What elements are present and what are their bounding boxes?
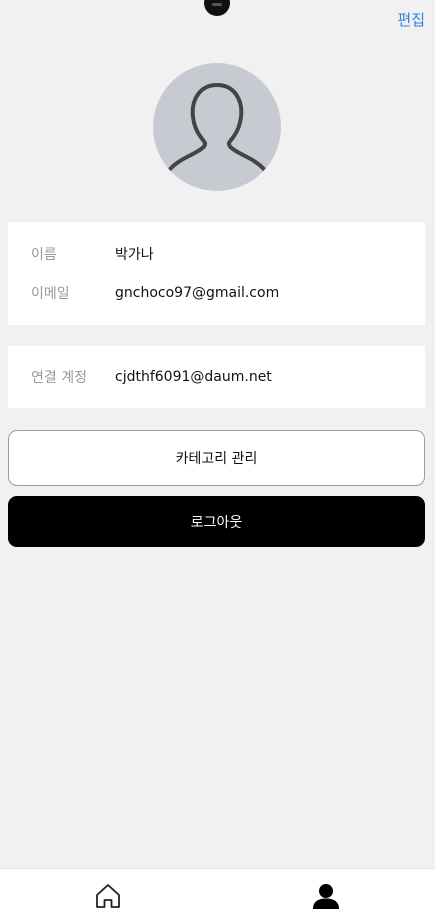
profile-info-card: 이름 박가나 이메일 gnchoco97@gmail.com — [8, 222, 425, 325]
email-row: 이메일 gnchoco97@gmail.com — [8, 281, 425, 305]
linked-account-card: 연결 계정 cjdthf6091@daum.net — [8, 346, 425, 408]
email-value: gnchoco97@gmail.com — [115, 285, 280, 301]
linked-account-row: 연결 계정 cjdthf6091@daum.net — [8, 365, 425, 389]
person-icon — [313, 884, 339, 909]
name-row: 이름 박가나 — [8, 242, 425, 266]
default-user-avatar-icon — [165, 83, 269, 175]
camera-cutout — [204, 0, 230, 16]
edit-button[interactable]: 편집 — [397, 9, 425, 30]
email-label: 이메일 — [31, 286, 70, 302]
category-manage-button[interactable]: 카테고리 관리 — [8, 430, 425, 486]
name-label: 이름 — [31, 247, 57, 263]
nav-profile[interactable] — [311, 881, 341, 911]
logout-button[interactable]: 로그아웃 — [8, 496, 425, 547]
linked-account-label: 연결 계정 — [31, 370, 87, 386]
name-value: 박가나 — [115, 247, 154, 263]
nav-home[interactable] — [93, 881, 123, 911]
bottom-navigation — [0, 868, 435, 920]
avatar — [153, 63, 281, 191]
profile-screen: 편집 이름 박가나 이메일 gnchoco97@gmail.com 연결 계정 … — [0, 0, 435, 920]
linked-account-value: cjdthf6091@daum.net — [115, 369, 272, 385]
home-icon — [96, 884, 120, 908]
